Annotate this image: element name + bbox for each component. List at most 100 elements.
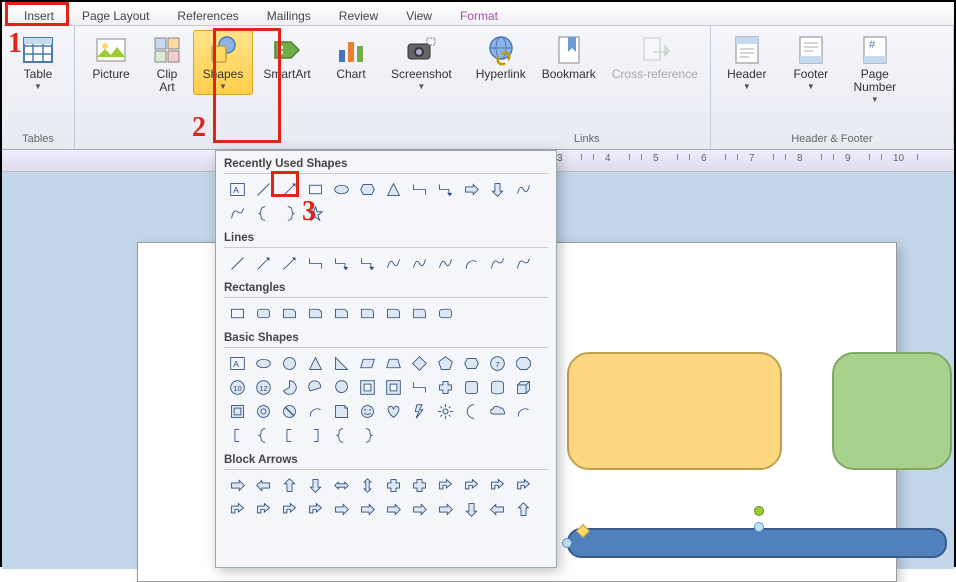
shape-item-callout-u[interactable] bbox=[510, 497, 536, 521]
footer-button[interactable]: Footer ▼ bbox=[781, 30, 841, 95]
shape-item-scribble[interactable] bbox=[510, 251, 536, 275]
shape-item-right-bracket[interactable] bbox=[302, 423, 328, 447]
shape-item-rectangle[interactable] bbox=[224, 301, 250, 325]
tab-format[interactable]: Format bbox=[446, 6, 512, 26]
shape-item-snip-diag[interactable] bbox=[328, 301, 354, 325]
clipart-button[interactable]: Clip Art bbox=[145, 30, 189, 98]
shape-item-no-entry[interactable] bbox=[276, 399, 302, 423]
shape-item-curved-down[interactable] bbox=[302, 497, 328, 521]
shape-item-quad[interactable] bbox=[380, 473, 406, 497]
shape-item-arc[interactable] bbox=[510, 399, 536, 423]
shape-item-textbox[interactable]: A bbox=[224, 177, 250, 201]
tab-references[interactable]: References bbox=[163, 6, 252, 26]
shapes-button[interactable]: Shapes ▼ bbox=[193, 30, 253, 95]
shape-item-donut[interactable] bbox=[250, 399, 276, 423]
shape-item-up-arrow[interactable] bbox=[276, 473, 302, 497]
shape-rounded-rect-yellow[interactable] bbox=[567, 352, 782, 470]
shape-item-circle[interactable] bbox=[276, 351, 302, 375]
shape-item-callout-d[interactable] bbox=[458, 497, 484, 521]
shape-item-callout-l[interactable] bbox=[484, 497, 510, 521]
shape-item-right-arrow[interactable] bbox=[458, 177, 484, 201]
shape-item-line-arrow[interactable] bbox=[276, 177, 302, 201]
shape-item-double-brace[interactable] bbox=[250, 423, 276, 447]
shape-item-uturn[interactable] bbox=[458, 473, 484, 497]
shape-item-can[interactable] bbox=[484, 375, 510, 399]
shape-item-cross[interactable] bbox=[432, 375, 458, 399]
shape-item-right-arrow[interactable] bbox=[224, 473, 250, 497]
shape-item-callout-r[interactable] bbox=[432, 497, 458, 521]
shape-item-right-triangle[interactable] bbox=[328, 351, 354, 375]
shape-item-snip-1[interactable] bbox=[276, 301, 302, 325]
pagenum-button[interactable]: # Page Number ▼ bbox=[845, 30, 905, 108]
shape-item-pie[interactable] bbox=[276, 375, 302, 399]
shape-item-elbow-double[interactable] bbox=[354, 251, 380, 275]
shape-item-left-right[interactable] bbox=[328, 473, 354, 497]
shape-item-chord[interactable] bbox=[302, 375, 328, 399]
shape-item-trapezoid[interactable] bbox=[380, 351, 406, 375]
shape-item-elbow[interactable] bbox=[302, 251, 328, 275]
resize-handle[interactable] bbox=[754, 522, 764, 532]
shape-item-left-brace[interactable] bbox=[250, 201, 276, 225]
shape-item-up-down[interactable] bbox=[354, 473, 380, 497]
shape-item-heptagon[interactable]: 7 bbox=[484, 351, 510, 375]
shape-item-round-2[interactable] bbox=[380, 301, 406, 325]
shape-item-folded-corner[interactable] bbox=[328, 399, 354, 423]
shape-rounded-rect-green[interactable] bbox=[832, 352, 952, 470]
shape-item-lightning[interactable] bbox=[406, 399, 432, 423]
shape-item-round-diag[interactable] bbox=[406, 301, 432, 325]
shape-item-elbow[interactable] bbox=[406, 177, 432, 201]
shape-item-cube[interactable] bbox=[510, 375, 536, 399]
shape-item-line[interactable] bbox=[250, 177, 276, 201]
shape-item-curved-right[interactable] bbox=[224, 497, 250, 521]
shape-item-parallelogram[interactable] bbox=[354, 351, 380, 375]
table-button[interactable]: Table ▼ bbox=[8, 30, 68, 95]
shape-item-line[interactable] bbox=[224, 251, 250, 275]
tab-insert[interactable]: Insert bbox=[10, 6, 68, 26]
shape-item-left-bracket[interactable] bbox=[276, 423, 302, 447]
shape-item-pentagon-arrow[interactable] bbox=[380, 497, 406, 521]
shape-item-striped[interactable] bbox=[328, 497, 354, 521]
shape-item-triangle[interactable] bbox=[302, 351, 328, 375]
shape-item-double-bracket[interactable] bbox=[224, 423, 250, 447]
smartart-button[interactable]: SmartArt bbox=[257, 30, 317, 85]
shape-item-diamond[interactable] bbox=[406, 351, 432, 375]
shape-item-hexagon[interactable] bbox=[458, 351, 484, 375]
shape-item-pentagon[interactable] bbox=[432, 351, 458, 375]
shape-item-curved-up[interactable] bbox=[276, 497, 302, 521]
shape-item-curved-left[interactable] bbox=[250, 497, 276, 521]
shape-item-moon[interactable] bbox=[458, 399, 484, 423]
header-button[interactable]: Header ▼ bbox=[717, 30, 777, 95]
shape-item-tear[interactable] bbox=[328, 375, 354, 399]
shape-item-decagon[interactable]: 10 bbox=[224, 375, 250, 399]
shape-item-star[interactable] bbox=[302, 201, 328, 225]
shape-item-curve[interactable] bbox=[510, 177, 536, 201]
chart-button[interactable]: Chart bbox=[321, 30, 381, 85]
shape-item-hexagon[interactable] bbox=[354, 177, 380, 201]
shape-item-left-up[interactable] bbox=[484, 473, 510, 497]
shape-item-freeform[interactable] bbox=[484, 251, 510, 275]
shape-item-l-shape[interactable] bbox=[406, 375, 432, 399]
shape-item-heart[interactable] bbox=[380, 399, 406, 423]
shape-item-plaque[interactable] bbox=[458, 375, 484, 399]
shape-item-dodecagon[interactable]: 12 bbox=[250, 375, 276, 399]
shape-item-curve-conn[interactable] bbox=[380, 251, 406, 275]
shape-item-ellipse[interactable] bbox=[328, 177, 354, 201]
shape-item-right-brace[interactable] bbox=[354, 423, 380, 447]
shape-item-curve-tool[interactable] bbox=[458, 251, 484, 275]
shape-item-half-frame[interactable] bbox=[380, 375, 406, 399]
hyperlink-button[interactable]: Hyperlink bbox=[470, 30, 532, 85]
shape-item-block-arc[interactable] bbox=[302, 399, 328, 423]
shape-item-bent[interactable] bbox=[432, 473, 458, 497]
shape-item-snip-2[interactable] bbox=[302, 301, 328, 325]
shape-item-rounded-rect[interactable] bbox=[250, 301, 276, 325]
shape-item-line-arrow[interactable] bbox=[250, 251, 276, 275]
screenshot-button[interactable]: Screenshot ▼ bbox=[385, 30, 458, 95]
shape-rounded-rect-blue-selected[interactable] bbox=[567, 528, 947, 558]
shape-item-octagon[interactable] bbox=[510, 351, 536, 375]
shape-item-curve-arrow[interactable] bbox=[406, 251, 432, 275]
shape-item-left-arrow[interactable] bbox=[250, 473, 276, 497]
shape-item-right-brace[interactable] bbox=[276, 201, 302, 225]
shape-item-sun[interactable] bbox=[432, 399, 458, 423]
shape-item-ellipse[interactable] bbox=[250, 351, 276, 375]
picture-button[interactable]: Picture bbox=[81, 30, 141, 85]
